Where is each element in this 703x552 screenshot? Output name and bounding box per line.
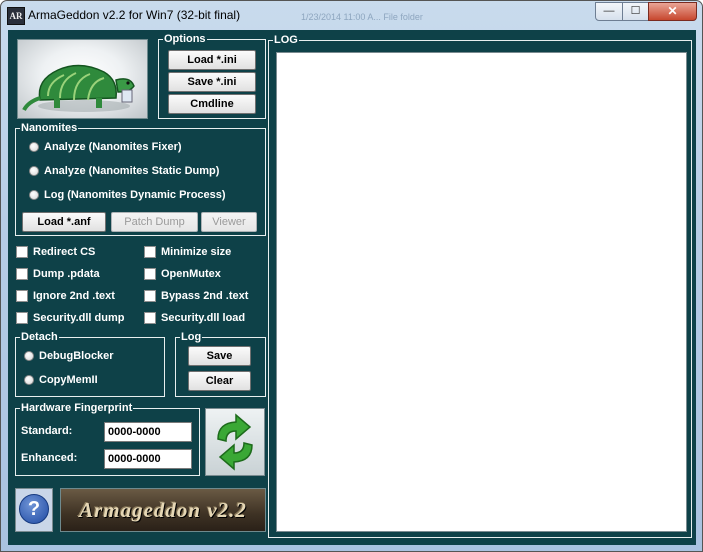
standard-field[interactable]: 0000-0000	[104, 422, 192, 442]
checkbox[interactable]	[144, 312, 156, 324]
help-button[interactable]: ?	[15, 488, 53, 532]
viewer-button[interactable]: Viewer	[201, 212, 257, 232]
maximize-icon: ☐	[630, 5, 641, 17]
radio-button[interactable]	[29, 190, 39, 200]
enhanced-label: Enhanced:	[21, 452, 78, 464]
window-title: ArmaGeddon v2.2 for Win7 (32-bit final)	[28, 8, 241, 22]
radio-button[interactable]	[29, 166, 39, 176]
minimize-icon: —	[603, 5, 615, 17]
checkbox[interactable]	[144, 290, 156, 302]
app-icon: AR	[7, 7, 25, 25]
standard-label: Standard:	[21, 425, 73, 437]
checkbox[interactable]	[16, 312, 28, 324]
radio-button[interactable]	[29, 142, 39, 152]
checkbox[interactable]	[16, 246, 28, 258]
load-ini-button[interactable]: Load *.ini	[168, 50, 256, 70]
options-label: Options	[163, 32, 207, 46]
title-bar[interactable]: AR ArmaGeddon v2.2 for Win7 (32-bit fina…	[1, 1, 702, 29]
load-anf-button[interactable]: Load *.anf	[22, 212, 106, 232]
log-textarea[interactable]	[276, 52, 687, 532]
refresh-button[interactable]	[205, 408, 265, 476]
save-ini-button[interactable]: Save *.ini	[168, 72, 256, 92]
checkbox[interactable]	[16, 290, 28, 302]
checkbox[interactable]	[144, 246, 156, 258]
close-button[interactable]: ✕	[648, 2, 697, 21]
app-window: AR ArmaGeddon v2.2 for Win7 (32-bit fina…	[0, 0, 703, 552]
clear-log-button[interactable]: Clear	[188, 371, 251, 391]
help-glyph: ?	[27, 498, 41, 520]
log-group-label: Log	[180, 330, 203, 344]
checkbox[interactable]	[144, 268, 156, 280]
enhanced-field[interactable]: 0000-0000	[104, 449, 192, 469]
patch-dump-button[interactable]: Patch Dump	[111, 212, 198, 232]
detach-label: Detach	[20, 330, 59, 344]
detach-group: Detach	[15, 330, 165, 397]
client-area: Options Load *.ini Save *.ini Cmdline Na…	[8, 30, 696, 545]
armageddon-banner: Armageddon v2.2	[60, 488, 266, 532]
checkbox[interactable]	[16, 268, 28, 280]
banner-text: Armageddon v2.2	[79, 498, 247, 522]
help-icon: ?	[19, 494, 49, 524]
maximize-button[interactable]: ☐	[622, 2, 649, 21]
background-window-text: 1/23/2014 11:00 A... File folder	[301, 12, 423, 22]
nanomites-label: Nanomites	[20, 121, 79, 135]
radio-button[interactable]	[24, 351, 34, 361]
close-icon: ✕	[667, 4, 678, 18]
refresh-icon	[217, 413, 253, 471]
cmdline-button[interactable]: Cmdline	[168, 94, 256, 114]
radio-button[interactable]	[24, 375, 34, 385]
log-panel-label: LOG	[273, 33, 299, 47]
minimize-button[interactable]: —	[595, 2, 623, 21]
save-log-button[interactable]: Save	[188, 346, 251, 366]
armadillo-logo	[17, 39, 148, 119]
hardware-fingerprint-label: Hardware Fingerprint	[20, 401, 134, 415]
armadillo-icon	[22, 64, 135, 112]
